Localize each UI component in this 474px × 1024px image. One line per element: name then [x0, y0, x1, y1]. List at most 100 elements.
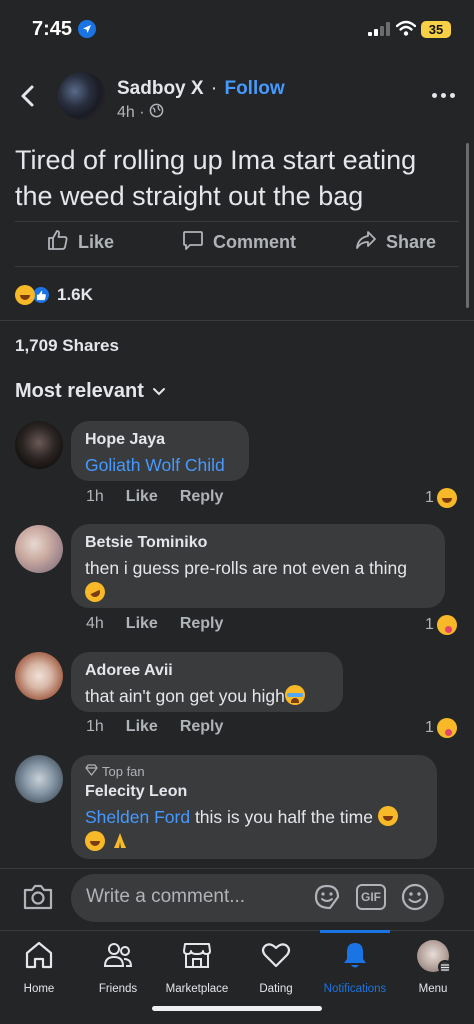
shares-count[interactable]: 1,709 Shares [15, 336, 119, 356]
friends-icon [102, 943, 134, 974]
battery-indicator: 35 [421, 21, 451, 38]
menu-icon [438, 960, 452, 974]
tab-label: Friends [98, 983, 138, 995]
comment-body: then i guess pre-rolls are not even a th… [85, 558, 407, 578]
post-meta: 4h · [117, 103, 164, 123]
tab-notifications[interactable]: Notifications [310, 940, 400, 995]
comment-meta: 1h Like Reply [86, 718, 223, 736]
tongue-reaction-icon [436, 718, 457, 738]
status-time: 7:45 [32, 18, 73, 40]
comment-bubble-icon [181, 228, 205, 257]
comment-body: this is you half the time [190, 807, 378, 827]
comment-bubble: Top fan Felecity Leon Shelden Ford this … [71, 755, 437, 859]
sticker-icon[interactable] [312, 882, 342, 917]
profile-avatar [417, 940, 452, 974]
comment-reply-button[interactable]: Reply [180, 718, 224, 736]
post-text: Tired of rolling up Ima start eating the… [15, 145, 417, 211]
comment-reaction-number: 1 [425, 719, 434, 736]
comment-reaction-number: 1 [425, 489, 434, 506]
active-tab-indicator [320, 930, 390, 933]
crying-emoji-icon [284, 685, 305, 705]
like-label: Like [78, 232, 115, 252]
emoji-picker-icon[interactable] [400, 882, 430, 917]
comment-text: that ain't gon get you high [85, 684, 329, 709]
commenter-avatar[interactable] [15, 652, 63, 700]
sort-label: Most relevant [15, 380, 144, 402]
cellular-signal-icon [368, 22, 390, 41]
comment-placeholder[interactable]: Write a comment... [86, 886, 245, 908]
divider [0, 320, 474, 321]
share-arrow-icon [354, 228, 378, 257]
comment-time: 4h [86, 615, 104, 632]
tab-home[interactable]: Home [0, 940, 84, 995]
author-avatar[interactable] [58, 72, 106, 120]
commenter-avatar[interactable] [15, 525, 63, 573]
comment-like-button[interactable]: Like [126, 488, 158, 506]
comment-sort-dropdown[interactable]: Most relevant [15, 380, 166, 403]
divider [15, 266, 459, 267]
comment-reaction-count[interactable]: 1 [425, 718, 457, 738]
divider [15, 221, 459, 222]
scrollbar-thumb[interactable] [466, 143, 469, 308]
author-line: Sadboy X · Follow [117, 78, 285, 100]
comment-like-button[interactable]: Like [126, 615, 158, 633]
comment-time: 1h [86, 488, 104, 505]
comment-bubble: Adoree Avii that ain't gon get you high [71, 652, 343, 712]
tab-friends[interactable]: Friends [73, 940, 163, 995]
post-time[interactable]: 4h · [117, 104, 145, 122]
commenter-name[interactable]: Hope Jaya [85, 430, 235, 450]
comment-time: 1h [86, 718, 104, 735]
laughing-emoji-icon [85, 831, 105, 851]
rofl-emoji-icon [81, 578, 109, 606]
comment-reply-button[interactable]: Reply [180, 615, 224, 633]
follow-button[interactable]: Follow [224, 78, 284, 99]
haha-reaction-icon [15, 285, 35, 305]
comment-text: Shelden Ford this is you half the time [85, 805, 423, 855]
laughing-emoji-icon [377, 806, 398, 826]
like-button[interactable]: Like [46, 228, 114, 257]
mention-link[interactable]: Shelden Ford [85, 807, 190, 827]
comment-button[interactable]: Comment [181, 228, 296, 257]
bell-icon [339, 943, 371, 974]
comment-reaction-count[interactable]: 1 [425, 488, 457, 508]
diamond-icon [85, 764, 98, 779]
home-indicator [152, 1006, 322, 1011]
share-button[interactable]: Share [354, 228, 436, 257]
comment-bubble: Betsie Tominiko then i guess pre-rolls a… [71, 524, 445, 608]
tab-marketplace[interactable]: Marketplace [152, 940, 242, 995]
chevron-down-icon [152, 380, 166, 403]
tab-dating[interactable]: Dating [231, 940, 321, 995]
heart-icon [260, 943, 292, 974]
mention-link[interactable]: Goliath Wolf Child [85, 455, 225, 475]
commenter-name[interactable]: Betsie Tominiko [85, 533, 431, 553]
storefront-icon [181, 943, 213, 974]
tab-label: Notifications [323, 983, 387, 995]
tab-menu[interactable]: Menu [388, 940, 474, 995]
back-arrow-icon[interactable] [18, 84, 38, 113]
comment-text: then i guess pre-rolls are not even a th… [81, 556, 431, 606]
gif-icon[interactable]: GIF [356, 884, 386, 910]
top-fan-badge: Top fan [85, 764, 423, 779]
author-name[interactable]: Sadboy X [117, 78, 204, 99]
globe-icon [149, 103, 164, 123]
author-separator: · [210, 78, 218, 99]
commenter-avatar[interactable] [15, 421, 63, 469]
tongue-reaction-icon [436, 615, 457, 635]
comment-like-button[interactable]: Like [126, 718, 158, 736]
reaction-count: 1.6K [57, 285, 93, 304]
comment-reaction-number: 1 [425, 616, 434, 633]
tab-label: Home [23, 983, 55, 995]
comment-reply-button[interactable]: Reply [180, 488, 224, 506]
reaction-summary[interactable]: 1.6K [15, 285, 93, 305]
more-options-icon[interactable] [432, 93, 455, 98]
tab-label: Menu [418, 983, 448, 995]
comment-meta: 4h Like Reply [86, 615, 223, 633]
commenter-name[interactable]: Felecity Leon [85, 782, 423, 802]
tab-label: Marketplace [165, 983, 229, 995]
thumbs-up-icon [46, 228, 70, 257]
haha-reaction-icon [436, 488, 457, 508]
comment-reaction-count[interactable]: 1 [425, 615, 457, 635]
camera-icon[interactable] [22, 882, 54, 917]
commenter-name[interactable]: Adoree Avii [85, 661, 329, 681]
commenter-avatar[interactable] [15, 755, 63, 803]
